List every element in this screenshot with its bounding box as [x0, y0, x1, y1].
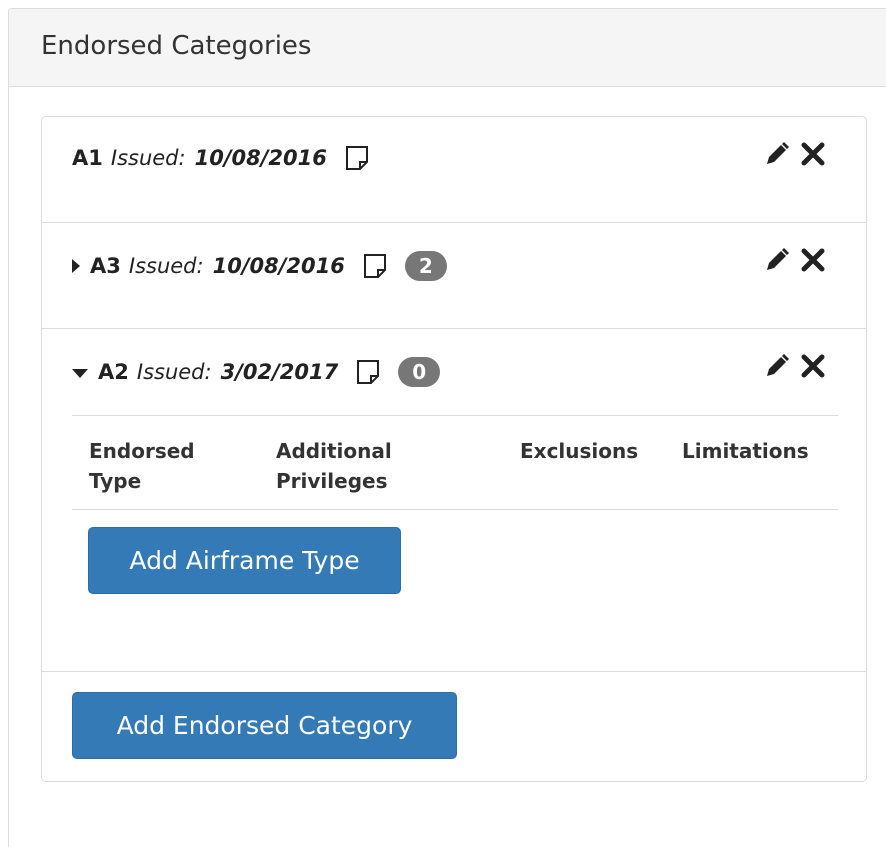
row-actions — [764, 353, 826, 379]
count-badge: 0 — [398, 357, 441, 387]
airframe-type-table-wrap: Endorsed Type Additional Privileges Excl… — [72, 415, 838, 510]
add-airframe-type-button[interactable]: Add Airframe Type — [88, 527, 401, 594]
category-list-footer: Add Endorsed Category — [42, 672, 866, 782]
col-limitations: Limitations — [682, 439, 809, 463]
col-additional-privileges: Additional Privileges — [276, 439, 392, 493]
caret-down-icon[interactable] — [72, 368, 88, 378]
issued-label: Issued: — [128, 254, 204, 278]
issued-label: Issued: — [136, 360, 212, 384]
pencil-icon[interactable] — [764, 141, 790, 167]
issued-date: 10/08/2016 — [212, 254, 345, 278]
category-code: A3 — [90, 254, 121, 278]
col-endorsed-type: Endorsed Type — [89, 439, 195, 493]
issued-date: 3/02/2017 — [220, 360, 339, 384]
close-icon[interactable] — [800, 353, 826, 379]
panel-title: Endorsed Categories — [9, 9, 886, 87]
row-actions — [764, 247, 826, 273]
issued-date: 10/08/2016 — [194, 146, 327, 170]
row-actions — [764, 141, 826, 167]
note-icon[interactable] — [363, 253, 387, 279]
count-badge: 2 — [404, 251, 447, 281]
category-header: A2 Issued: 3/02/2017 0 — [72, 357, 441, 387]
pencil-icon[interactable] — [764, 247, 790, 273]
category-code: A2 — [98, 360, 129, 384]
caret-right-icon[interactable] — [72, 259, 80, 273]
note-icon[interactable] — [345, 145, 369, 171]
issued-label: Issued: — [110, 146, 186, 170]
category-header: A3 Issued: 10/08/2016 2 — [72, 251, 447, 281]
close-icon[interactable] — [800, 141, 826, 167]
category-row-a1: A1 Issued: 10/08/2016 — [42, 117, 866, 223]
col-exclusions: Exclusions — [520, 439, 639, 463]
airframe-type-table: Endorsed Type Additional Privileges Excl… — [72, 415, 838, 510]
category-header: A1 Issued: 10/08/2016 — [72, 145, 387, 171]
category-row-a3: A3 Issued: 10/08/2016 2 — [42, 223, 866, 329]
pencil-icon[interactable] — [764, 353, 790, 379]
note-icon[interactable] — [356, 359, 380, 385]
category-row-a2: A2 Issued: 3/02/2017 0 Endorsed Type Add… — [42, 329, 866, 672]
category-code: A1 — [72, 146, 103, 170]
add-endorsed-category-button[interactable]: Add Endorsed Category — [72, 692, 457, 759]
category-list: A1 Issued: 10/08/2016 A3 Issued: 10/08/2… — [41, 116, 867, 782]
endorsed-categories-panel: Endorsed Categories A1 Issued: 10/08/201… — [8, 8, 886, 847]
close-icon[interactable] — [800, 247, 826, 273]
